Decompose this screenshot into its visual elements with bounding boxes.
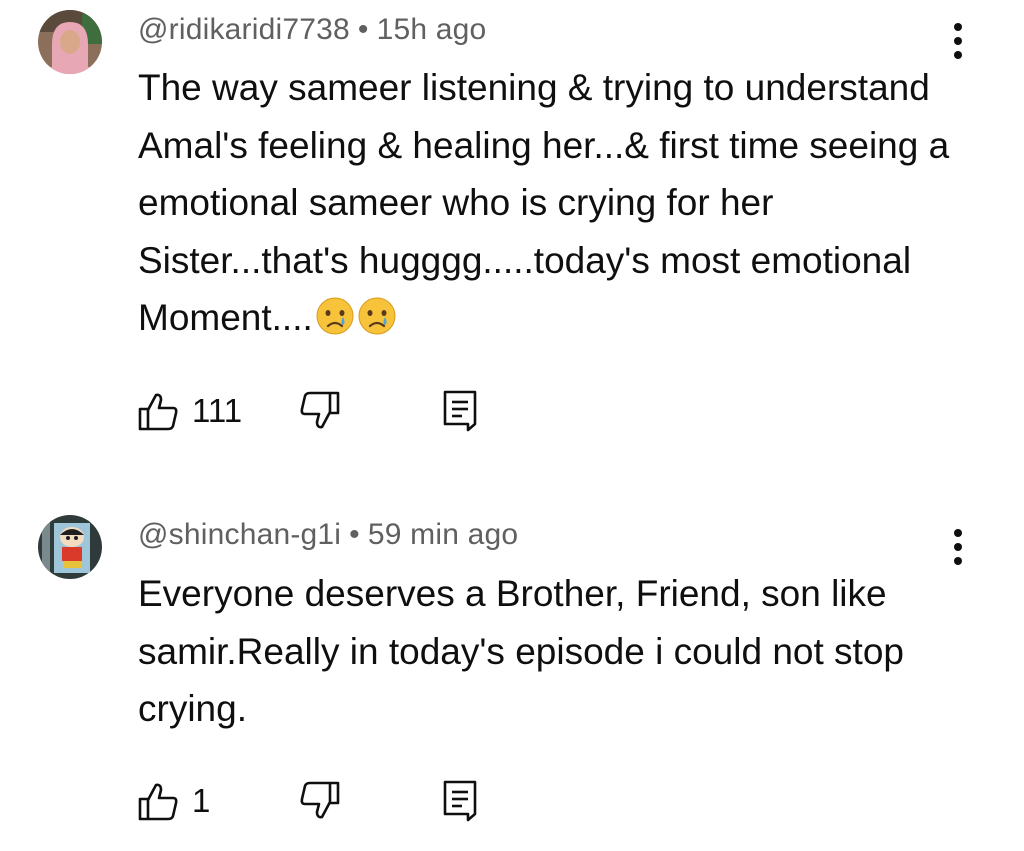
comment-meta: @shinchan-g1i • 59 min ago	[138, 518, 518, 552]
reply-button[interactable]	[442, 388, 478, 434]
comment-time[interactable]: 15h ago	[377, 13, 487, 46]
reply-icon	[443, 390, 477, 432]
comment-time[interactable]: 59 min ago	[368, 518, 518, 551]
comment-author[interactable]: @ridikaridi7738	[138, 13, 350, 46]
avatar[interactable]	[38, 10, 102, 74]
avatar-photo-icon	[38, 10, 102, 74]
comment-text-content: The way sameer listening & trying to und…	[138, 67, 950, 338]
reply-button[interactable]	[442, 778, 478, 824]
like-button[interactable]: 111	[136, 388, 242, 434]
comment-author[interactable]: @shinchan-g1i	[138, 518, 341, 551]
like-count: 111	[192, 392, 243, 429]
thumbs-down-icon	[300, 391, 340, 429]
comment-text: The way sameer listening & trying to und…	[138, 59, 958, 353]
comment-meta: @ridikaridi7738 • 15h ago	[138, 13, 486, 47]
more-vertical-icon	[954, 529, 962, 565]
like-count: 1	[192, 782, 211, 819]
meta-separator: •	[349, 518, 360, 551]
thumbs-up-icon	[138, 783, 178, 821]
comment-text: Everyone deserves a Brother, Friend, son…	[138, 573, 904, 729]
crying-face-icon	[357, 295, 397, 353]
more-vertical-icon	[954, 23, 962, 59]
thumbs-down-icon	[300, 781, 340, 819]
crying-face-icon	[315, 295, 355, 353]
reply-icon	[443, 780, 477, 822]
dislike-button[interactable]	[298, 778, 342, 824]
meta-separator: •	[357, 13, 369, 46]
avatar[interactable]	[38, 515, 102, 579]
thumbs-up-icon	[138, 393, 178, 431]
dislike-button[interactable]	[298, 388, 342, 434]
avatar-cartoon-icon	[38, 515, 102, 579]
like-button[interactable]: 1	[136, 778, 210, 824]
